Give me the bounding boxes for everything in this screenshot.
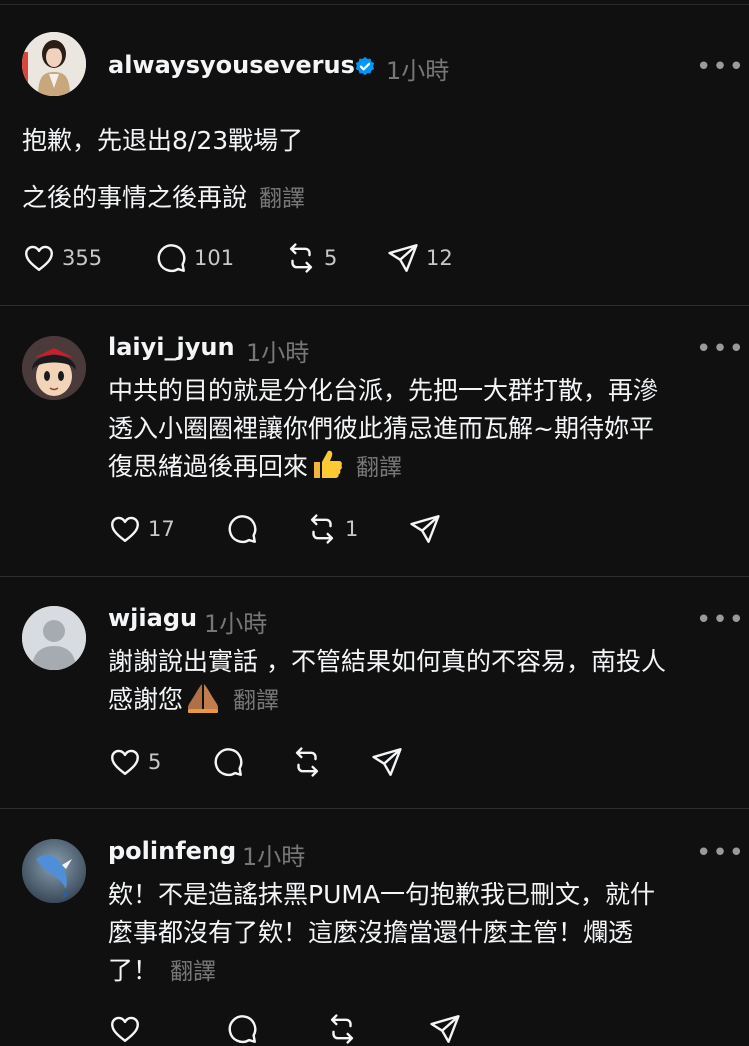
post-text-line: 復思緒過後再回來 — [108, 452, 309, 481]
share-button[interactable]: 12 — [386, 241, 453, 275]
reply-button[interactable] — [225, 512, 259, 546]
post-text-line-wrap: 了！ 翻譯 — [108, 952, 216, 991]
heart-icon — [111, 749, 139, 775]
more-options-icon[interactable]: ••• — [696, 607, 745, 633]
verified-badge-icon — [355, 56, 375, 76]
like-button[interactable]: 5 — [108, 745, 161, 779]
reply-button[interactable] — [225, 1012, 259, 1046]
share-button[interactable] — [428, 1012, 462, 1046]
reply-bubble-icon — [214, 748, 243, 777]
send-icon — [372, 748, 402, 776]
post-text-line: 感謝您 — [108, 685, 184, 714]
thumbs-up-emoji-icon — [314, 450, 342, 478]
post-divider — [0, 808, 749, 809]
like-button[interactable]: 355 — [22, 241, 102, 275]
avatar[interactable] — [22, 839, 86, 903]
repost-icon — [289, 243, 313, 273]
more-options-icon[interactable]: ••• — [696, 54, 745, 80]
like-count: 17 — [148, 517, 175, 541]
like-count: 5 — [148, 750, 162, 774]
username[interactable]: laiyi_jyun — [108, 333, 235, 361]
post-text-line: 透入小圈圈裡讓你們彼此猜忌進而瓦解~期待妳平 — [108, 414, 654, 443]
post-text-line: 麼事都沒有了欸！這麼沒擔當還什麼主管！爛透 — [108, 918, 634, 947]
post-text-line: 抱歉，先退出8/23戰場了 — [22, 126, 304, 155]
share-count: 12 — [426, 246, 453, 270]
post-text-line-wrap: 復思緒過後再回來 翻譯 — [108, 448, 402, 487]
post-text-line: 欸！不是造謠抹黑PUMA一句抱歉我已刪文，就什 — [108, 880, 656, 909]
send-icon — [388, 244, 418, 272]
avatar[interactable] — [22, 336, 86, 400]
share-button[interactable] — [408, 512, 442, 546]
avatar[interactable] — [22, 32, 86, 96]
top-divider — [0, 4, 749, 5]
username[interactable]: polinfeng — [108, 837, 236, 865]
post-time: 1小時 — [204, 610, 268, 638]
like-button[interactable] — [108, 1012, 142, 1046]
cartoon-avatar-icon — [22, 336, 86, 400]
default-user-icon — [22, 606, 86, 670]
translate-link[interactable]: 翻譯 — [233, 688, 279, 714]
translate-link[interactable]: 翻譯 — [259, 186, 305, 212]
post-text-line: 中共的目的就是分化台派，先把一大群打散，再滲 — [108, 376, 659, 405]
reply-count: 101 — [194, 246, 235, 270]
post-text-line: 之後的事情之後再說 — [22, 183, 248, 212]
post-time: 1小時 — [242, 843, 306, 871]
reply-button[interactable] — [211, 745, 245, 779]
post-text-line-wrap: 感謝您 翻譯 — [108, 681, 279, 720]
repost-icon — [310, 514, 334, 544]
translate-link[interactable]: 翻譯 — [356, 455, 402, 481]
repost-count: 1 — [345, 517, 359, 541]
post-divider — [0, 305, 749, 306]
heart-icon — [25, 245, 53, 271]
send-icon — [430, 1015, 460, 1043]
username[interactable]: wjiagu — [108, 604, 197, 632]
more-options-icon[interactable]: ••• — [696, 336, 745, 362]
repost-icon — [330, 1014, 354, 1044]
heart-icon — [111, 516, 139, 542]
post-time: 1小時 — [386, 57, 450, 85]
username[interactable]: alwaysyouseverus — [108, 51, 355, 79]
like-count: 355 — [62, 246, 103, 270]
post-divider — [0, 576, 749, 577]
post-text-line: 謝謝說出實話 ，不管結果如何真的不容易，南投人 — [108, 647, 666, 676]
heart-icon — [111, 1016, 139, 1042]
like-button[interactable]: 17 — [108, 512, 175, 546]
user-photo-icon — [22, 32, 86, 96]
folded-hands-emoji-icon — [187, 684, 219, 713]
more-options-icon[interactable]: ••• — [696, 840, 745, 866]
repost-button[interactable]: 1 — [305, 512, 358, 546]
repost-icon — [295, 747, 319, 777]
reply-bubble-icon — [228, 515, 257, 544]
send-icon — [410, 515, 440, 543]
reply-bubble-icon — [157, 244, 186, 273]
share-button[interactable] — [370, 745, 404, 779]
repost-button[interactable] — [290, 745, 324, 779]
reply-bubble-icon — [228, 1015, 257, 1044]
repost-button[interactable]: 5 — [284, 241, 337, 275]
avatar[interactable] — [22, 606, 86, 670]
reply-button[interactable]: 101 — [154, 241, 234, 275]
post-time: 1小時 — [246, 339, 310, 367]
post-text-line: 了！ — [108, 956, 159, 985]
repost-count: 5 — [324, 246, 338, 270]
translate-link[interactable]: 翻譯 — [170, 959, 216, 985]
post-text-line-wrap: 之後的事情之後再說 翻譯 — [22, 179, 305, 218]
repost-button[interactable] — [325, 1012, 359, 1046]
bird-photo-icon — [22, 839, 86, 903]
